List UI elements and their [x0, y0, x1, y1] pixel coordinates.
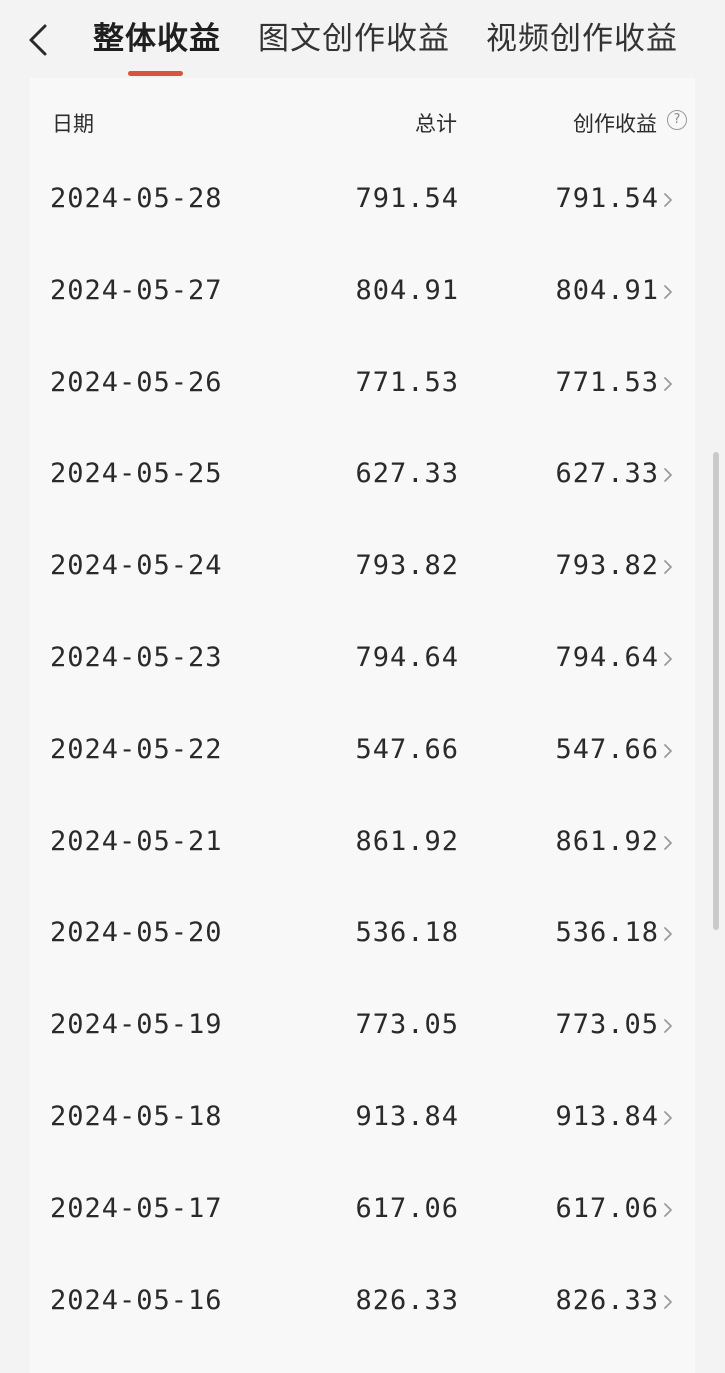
row-total: 794.64: [355, 641, 459, 673]
table-row[interactable]: 2024-05-27 804.91 804.91: [30, 248, 695, 340]
row-total: 913.84: [355, 1100, 459, 1132]
table-row[interactable]: 2024-05-17 617.06 617.06: [30, 1166, 695, 1258]
table-row[interactable]: 2024-05-21 861.92 861.92: [30, 799, 695, 891]
row-date: 2024-05-23: [50, 641, 223, 673]
tab-video-earnings[interactable]: 视频创作收益: [486, 14, 678, 64]
row-date: 2024-05-25: [50, 458, 223, 490]
row-date: 2024-05-26: [50, 366, 223, 398]
chevron-right-icon: [664, 1202, 672, 1217]
row-date: 2024-05-28: [50, 183, 223, 214]
table-header: 日期 总计 创作收益 ?: [30, 78, 695, 168]
help-question-icon[interactable]: ?: [667, 110, 687, 130]
row-total: 536.18: [355, 917, 459, 949]
chevron-right-icon: [664, 1294, 672, 1309]
row-earnings: 804.91: [555, 274, 659, 306]
row-earnings: 547.66: [555, 733, 659, 765]
chevron-right-icon: [664, 835, 672, 850]
row-total: 804.91: [355, 274, 459, 306]
chevron-right-icon: [664, 560, 672, 575]
table-row[interactable]: 2024-05-22 547.66 547.66: [30, 707, 695, 799]
row-earnings: 793.82: [555, 550, 659, 582]
chevron-right-icon: [664, 1111, 672, 1125]
chevron-right-icon: [664, 1019, 672, 1034]
back-chevron-icon: [29, 24, 47, 56]
row-date: 2024-05-19: [50, 1009, 223, 1041]
row-earnings: 913.84: [555, 1100, 659, 1132]
row-total: 617.06: [355, 1192, 459, 1224]
chevron-right-icon: [664, 927, 672, 942]
chevron-right-icon: [664, 193, 672, 207]
table-row[interactable]: 2024-05-23 794.64 794.64: [30, 615, 695, 707]
header-earnings: 创作收益: [573, 112, 657, 136]
chevron-right-icon: [664, 468, 672, 483]
chevron-right-icon: [664, 743, 672, 758]
row-earnings: 617.06: [555, 1192, 659, 1224]
earnings-page: 整体收益 图文创作收益 视频创作收益 日期 总计 创作收益 ? 2024-05-…: [0, 0, 725, 1373]
active-tab-indicator: [128, 71, 183, 76]
top-tab-bar: 整体收益 图文创作收益 视频创作收益: [0, 0, 725, 78]
row-total: 861.92: [355, 825, 459, 857]
row-earnings: 791.54: [555, 183, 659, 214]
tab-overall-earnings[interactable]: 整体收益: [93, 14, 221, 64]
chevron-right-icon: [664, 376, 672, 391]
row-date: 2024-05-17: [50, 1192, 223, 1224]
table-row[interactable]: 2024-05-26 771.53 771.53: [30, 340, 695, 432]
row-date: 2024-05-21: [50, 825, 223, 857]
scrollbar[interactable]: [713, 452, 719, 930]
row-date: 2024-05-22: [50, 733, 223, 765]
table-row[interactable]: 2024-05-16 826.33 826.33: [30, 1258, 695, 1350]
row-total: 793.82: [355, 550, 459, 582]
table-row[interactable]: 2024-05-24 793.82 793.82: [30, 523, 695, 615]
row-earnings: 536.18: [555, 917, 659, 949]
header-total: 总计: [415, 112, 457, 136]
row-total: 791.54: [355, 183, 459, 214]
header-date: 日期: [52, 112, 94, 136]
row-date: 2024-05-16: [50, 1284, 223, 1316]
row-date: 2024-05-24: [50, 550, 223, 582]
row-date: 2024-05-27: [50, 274, 223, 306]
back-button[interactable]: [18, 18, 58, 62]
row-earnings: 794.64: [555, 641, 659, 673]
chevron-right-icon: [664, 652, 672, 666]
chevron-right-icon: [664, 284, 672, 299]
row-total: 771.53: [355, 366, 459, 398]
row-date: 2024-05-18: [50, 1100, 223, 1132]
table-row[interactable]: 2024-05-20 536.18 536.18: [30, 890, 695, 982]
tab-article-earnings[interactable]: 图文创作收益: [258, 14, 450, 64]
row-total: 826.33: [355, 1284, 459, 1316]
row-total: 773.05: [355, 1009, 459, 1041]
row-earnings: 826.33: [555, 1284, 659, 1316]
row-earnings: 861.92: [555, 825, 659, 857]
row-earnings: 771.53: [555, 366, 659, 398]
row-total: 627.33: [355, 458, 459, 490]
table-row[interactable]: 2024-05-25 627.33 627.33: [30, 431, 695, 523]
row-earnings: 627.33: [555, 458, 659, 490]
row-earnings: 773.05: [555, 1009, 659, 1041]
row-total: 547.66: [355, 733, 459, 765]
table-row[interactable]: 2024-05-18 913.84 913.84: [30, 1074, 695, 1166]
earnings-table: 日期 总计 创作收益 ? 2024-05-28 791.54 791.54 2024-…: [30, 78, 695, 1373]
table-row[interactable]: 2024-05-19 773.05 773.05: [30, 982, 695, 1074]
table-row[interactable]: 2024-05-28 791.54 791.54: [30, 156, 695, 248]
row-date: 2024-05-20: [50, 917, 223, 949]
table-body: 2024-05-28 791.54 791.54 2024-05-27 804.91 80…: [30, 156, 695, 1349]
